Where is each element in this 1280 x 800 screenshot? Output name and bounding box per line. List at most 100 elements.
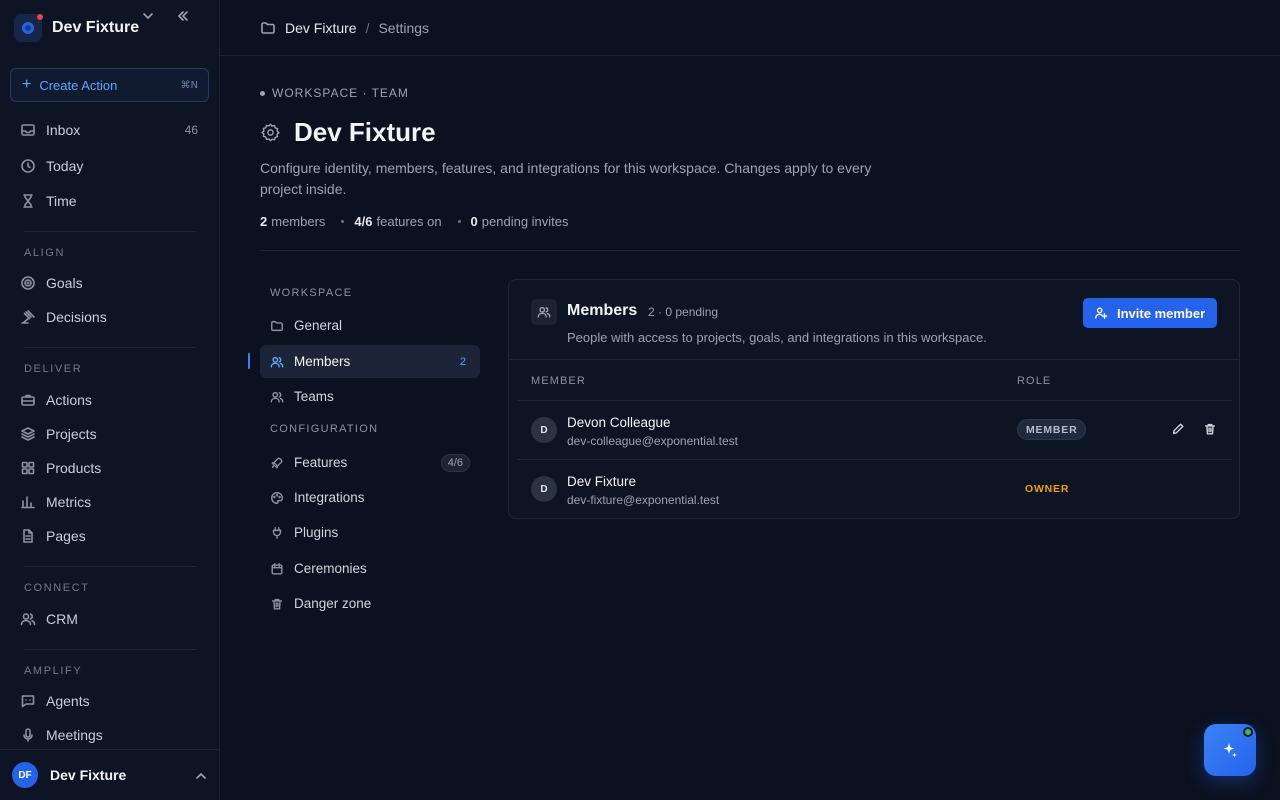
bullet-icon xyxy=(260,90,265,96)
members-meta: 2 · 0 pending xyxy=(648,305,719,319)
sidebar-item-agents[interactable]: Agents xyxy=(10,686,209,716)
divider xyxy=(260,250,1240,251)
section-label-deliver: DELIVER xyxy=(24,363,83,375)
bar-chart-icon xyxy=(20,494,46,510)
page-description: Configure identity, members, features, a… xyxy=(260,160,872,197)
sidebar-item-metrics[interactable]: Metrics xyxy=(10,487,209,517)
sidebar-item-label: Goals xyxy=(46,275,83,291)
settings-item-label: Teams xyxy=(294,389,334,404)
inbox-count: 46 xyxy=(184,123,198,137)
message-bot-icon xyxy=(20,693,46,709)
user-menu[interactable]: DF Dev Fixture xyxy=(0,749,219,800)
calendar-icon xyxy=(270,562,294,576)
breadcrumb-workspace[interactable]: Dev Fixture xyxy=(285,20,357,36)
divider xyxy=(24,649,196,650)
separator-dot xyxy=(341,220,345,223)
settings-section-configuration: CONFIGURATION xyxy=(270,423,379,435)
sidebar-item-today[interactable]: Today xyxy=(10,151,209,181)
section-label-align: ALIGN xyxy=(24,247,66,259)
sidebar-item-products[interactable]: Products xyxy=(10,453,209,483)
folder-icon xyxy=(270,319,294,333)
member-name: Devon Colleague xyxy=(567,415,671,430)
settings-item-label: Danger zone xyxy=(294,596,372,611)
sidebar-item-meetings[interactable]: Meetings xyxy=(10,720,209,750)
members-card: Members 2 · 0 pending People with access… xyxy=(508,279,1240,519)
assistant-button[interactable] xyxy=(1204,724,1256,776)
user-name: Dev Fixture xyxy=(50,767,127,783)
sidebar-item-pages[interactable]: Pages xyxy=(10,521,209,551)
users-icon xyxy=(270,390,294,404)
plus-icon: + xyxy=(22,76,32,93)
settings-item-label: Plugins xyxy=(294,525,339,540)
separator-dot xyxy=(457,220,461,223)
inbox-icon xyxy=(20,122,46,138)
settings-item-label: Integrations xyxy=(294,490,365,505)
sidebar-item-label: Time xyxy=(46,193,77,209)
sidebar-item-goals[interactable]: Goals xyxy=(10,268,209,298)
clock-icon xyxy=(20,158,46,174)
chevron-down-icon[interactable] xyxy=(140,8,156,24)
settings-item-features[interactable]: Features 4/6 xyxy=(260,446,480,479)
settings-item-members[interactable]: Members 2 xyxy=(260,345,480,378)
sidebar-item-crm[interactable]: CRM xyxy=(10,604,209,634)
breadcrumb-separator: / xyxy=(365,19,370,36)
workspace-logo xyxy=(14,14,43,42)
member-email: dev-fixture@exponential.test xyxy=(567,493,720,507)
avatar: DF xyxy=(12,762,38,788)
plug-icon xyxy=(270,526,294,540)
eyebrow-label: WORKSPACE · TEAM xyxy=(272,86,409,100)
page-title-row: Dev Fixture xyxy=(260,117,436,148)
settings-item-ceremonies[interactable]: Ceremonies xyxy=(260,552,480,585)
sidebar-item-label: Projects xyxy=(46,426,97,442)
sidebar-item-label: Products xyxy=(46,460,102,476)
settings-section-workspace: WORKSPACE xyxy=(270,287,353,299)
settings-item-plugins[interactable]: Plugins xyxy=(260,516,480,549)
notification-dot xyxy=(37,14,43,20)
member-name: Dev Fixture xyxy=(567,474,637,489)
active-indicator xyxy=(248,353,250,369)
sidebar-item-time[interactable]: Time xyxy=(10,186,209,216)
divider xyxy=(24,566,196,567)
create-action-button[interactable]: + Create Action ⌘N xyxy=(10,68,209,102)
sidebar-item-decisions[interactable]: Decisions xyxy=(10,302,209,332)
breadcrumb: Dev Fixture / Settings xyxy=(220,0,1280,56)
invite-member-label: Invite member xyxy=(1117,305,1206,321)
workspace-name: Dev Fixture xyxy=(52,19,140,36)
trash-icon[interactable] xyxy=(1203,422,1219,438)
avatar: D xyxy=(531,476,557,502)
sidebar-item-label: CRM xyxy=(46,611,78,627)
members-subtitle: People with access to projects, goals, a… xyxy=(567,330,987,345)
page-eyebrow: WORKSPACE · TEAM xyxy=(260,86,409,100)
gavel-icon xyxy=(20,309,46,325)
chevron-up-icon xyxy=(193,768,209,784)
stat-label: pending invites xyxy=(481,214,569,229)
member-email: dev-colleague@exponential.test xyxy=(567,434,738,448)
palette-icon xyxy=(270,491,294,505)
sidebar-item-inbox[interactable]: Inbox 46 xyxy=(10,115,209,145)
settings-item-general[interactable]: General xyxy=(260,309,480,342)
workspace-stats: 2 members 4/6 features on 0 pending invi… xyxy=(260,214,569,229)
collapse-sidebar-icon[interactable] xyxy=(175,8,191,24)
sidebar-item-projects[interactable]: Projects xyxy=(10,419,209,449)
breadcrumb-current: Settings xyxy=(378,19,430,36)
stat-label: members xyxy=(271,214,326,229)
table-row: D Dev Fixture dev-fixture@exponential.te… xyxy=(517,459,1232,518)
stat-value: 2 xyxy=(260,214,268,229)
pencil-icon[interactable] xyxy=(1171,422,1187,438)
settings-item-label: Ceremonies xyxy=(294,561,367,576)
settings-item-teams[interactable]: Teams xyxy=(260,380,480,413)
settings-item-danger-zone[interactable]: Danger zone xyxy=(260,587,480,620)
sidebar-item-actions[interactable]: Actions xyxy=(10,385,209,415)
settings-item-integrations[interactable]: Integrations xyxy=(260,481,480,514)
role-badge[interactable]: MEMBER xyxy=(1017,419,1087,440)
invite-member-button[interactable]: Invite member xyxy=(1083,298,1217,328)
avatar: D xyxy=(531,417,557,443)
members-title: Members xyxy=(567,302,638,319)
briefcase-icon xyxy=(20,392,46,408)
users-icon xyxy=(531,299,557,325)
table-row: D Devon Colleague dev-colleague@exponent… xyxy=(517,400,1232,459)
microphone-icon xyxy=(20,727,46,743)
user-plus-icon xyxy=(1094,306,1117,320)
online-status-dot xyxy=(1243,727,1253,737)
page-title: Dev Fixture xyxy=(294,117,436,147)
